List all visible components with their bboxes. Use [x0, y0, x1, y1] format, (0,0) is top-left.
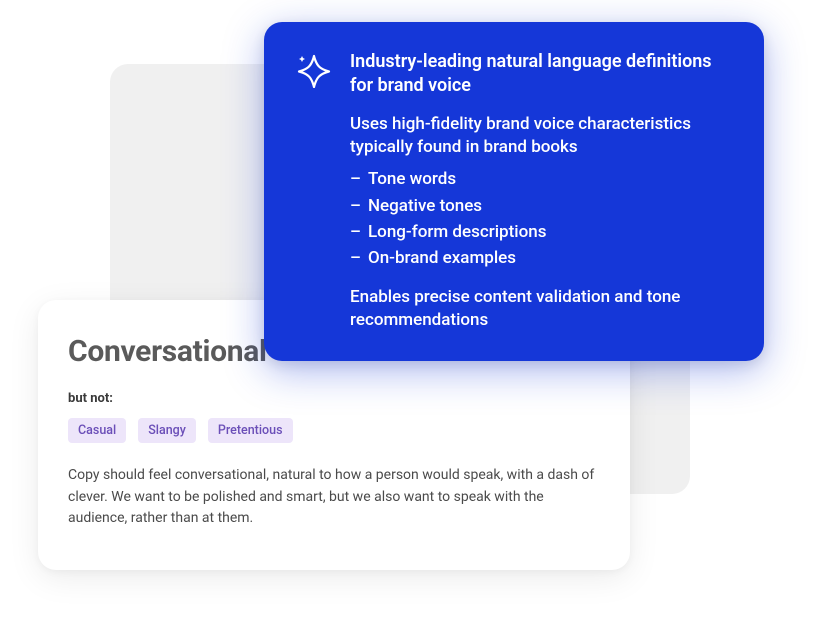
- callout-footer: Enables precise content validation and t…: [350, 286, 732, 334]
- callout-bullet: Negative tones: [350, 193, 732, 219]
- callout-heading: Industry-leading natural language defini…: [350, 50, 732, 99]
- feature-callout-content: Industry-leading natural language defini…: [350, 50, 732, 333]
- tone-tag: Slangy: [138, 418, 196, 443]
- tone-tag: Casual: [68, 418, 126, 443]
- callout-subheading: Uses high-fidelity brand voice character…: [350, 113, 732, 161]
- callout-bullet: Long-form descriptions: [350, 219, 732, 245]
- but-not-label: but not:: [68, 391, 600, 406]
- callout-bullet: On-brand examples: [350, 245, 732, 271]
- voice-description: Copy should feel conversational, natural…: [68, 465, 600, 530]
- tone-tag: Pretentious: [208, 418, 293, 443]
- callout-bullet-list: Tone words Negative tones Long-form desc…: [350, 166, 732, 271]
- negative-tone-tags: Casual Slangy Pretentious: [68, 418, 600, 443]
- callout-bullet: Tone words: [350, 166, 732, 192]
- sparkle-icon: [296, 52, 332, 88]
- feature-callout-card: Industry-leading natural language defini…: [264, 22, 764, 361]
